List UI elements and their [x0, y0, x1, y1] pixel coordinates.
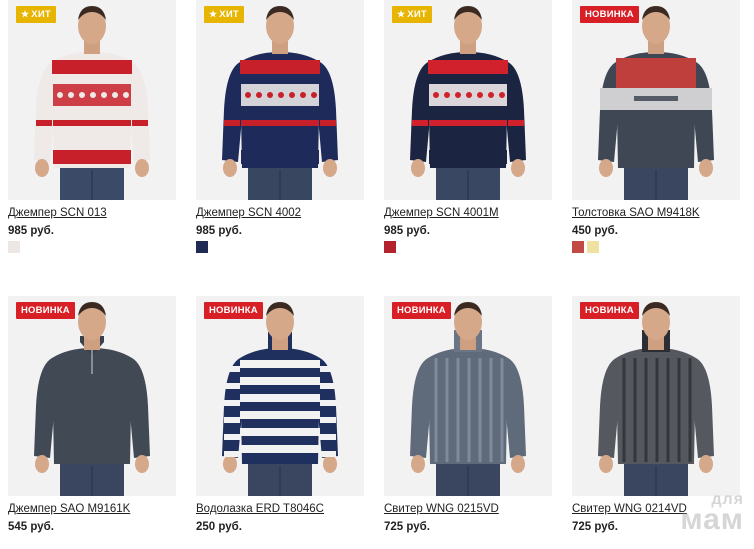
- product-card[interactable]: ★ ХИТ Джемпер SCN 4002 985 руб.: [196, 0, 364, 253]
- badge-label: ХИТ: [219, 9, 239, 20]
- badge-label: ХИТ: [407, 9, 427, 20]
- product-photo[interactable]: ★ ХИТ: [8, 0, 176, 200]
- product-name-link[interactable]: Толстовка SAO M9418K: [572, 206, 740, 220]
- product-photo[interactable]: НОВИНКА: [572, 296, 740, 496]
- badge-label: НОВИНКА: [585, 9, 634, 20]
- star-icon: ★: [209, 9, 218, 19]
- color-swatches: [8, 537, 176, 549]
- product-photo[interactable]: НОВИНКА: [8, 296, 176, 496]
- model-wearing-sweater-image: [196, 296, 364, 496]
- product-photo[interactable]: ★ ХИТ: [196, 0, 364, 200]
- hit-badge: ★ ХИТ: [204, 6, 244, 23]
- color-swatch[interactable]: [196, 241, 208, 253]
- product-name-link[interactable]: Свитер WNG 0215VD: [384, 502, 552, 516]
- model-wearing-sweater-image: [8, 296, 176, 496]
- color-swatches: [572, 537, 740, 549]
- product-photo[interactable]: НОВИНКА: [384, 296, 552, 496]
- product-name-link[interactable]: Джемпер SAO M9161K: [8, 502, 176, 516]
- color-swatches: [384, 241, 552, 253]
- product-price: 725 руб.: [572, 521, 618, 533]
- product-card[interactable]: НОВИНКА Джемпер SAO M9161K 545 руб.: [8, 296, 176, 549]
- hit-badge: ★ ХИТ: [16, 6, 56, 23]
- new-badge: НОВИНКА: [580, 6, 639, 23]
- model-wearing-sweater-image: [384, 296, 552, 496]
- badge-label: НОВИНКА: [21, 305, 70, 316]
- model-wearing-sweater-image: [572, 296, 740, 496]
- product-photo[interactable]: НОВИНКА: [572, 0, 740, 200]
- hit-badge: ★ ХИТ: [392, 6, 432, 23]
- product-card[interactable]: ★ ХИТ Джемпер SCN 013 985 руб.: [8, 0, 176, 253]
- product-card[interactable]: НОВИНКА Свитер WNG 0215VD 725 руб.: [384, 296, 552, 549]
- product-price: 250 руб.: [196, 521, 242, 533]
- product-photo[interactable]: НОВИНКА: [196, 296, 364, 496]
- color-swatches: [196, 537, 364, 549]
- model-wearing-sweater-image: [8, 0, 176, 200]
- model-wearing-sweater-image: [196, 0, 364, 200]
- product-price: 545 руб.: [8, 521, 54, 533]
- product-name-link[interactable]: Джемпер SCN 013: [8, 206, 176, 220]
- badge-label: НОВИНКА: [397, 305, 446, 316]
- product-card[interactable]: НОВИНКА Толстовка SAO M9418K 450 руб.: [572, 0, 740, 253]
- color-swatches: [8, 241, 176, 253]
- new-badge: НОВИНКА: [204, 302, 263, 319]
- product-price: 985 руб.: [196, 225, 242, 237]
- model-wearing-sweater-image: [572, 0, 740, 200]
- color-swatch[interactable]: [587, 241, 599, 253]
- product-card[interactable]: НОВИНКА Водолазка ERD T8046C 250 руб.: [196, 296, 364, 549]
- product-card[interactable]: ★ ХИТ Джемпер SCN 4001М 985 руб.: [384, 0, 552, 253]
- product-price: 450 руб.: [572, 225, 618, 237]
- product-name-link[interactable]: Водолазка ERD T8046C: [196, 502, 364, 516]
- new-badge: НОВИНКА: [16, 302, 75, 319]
- product-name-link[interactable]: Джемпер SCN 4002: [196, 206, 364, 220]
- product-name-link[interactable]: Джемпер SCN 4001М: [384, 206, 552, 220]
- star-icon: ★: [397, 9, 406, 19]
- product-price: 725 руб.: [384, 521, 430, 533]
- color-swatch[interactable]: [8, 241, 20, 253]
- badge-label: НОВИНКА: [585, 305, 634, 316]
- product-price: 985 руб.: [8, 225, 54, 237]
- color-swatch[interactable]: [384, 241, 396, 253]
- badge-label: ХИТ: [31, 9, 51, 20]
- color-swatches: [384, 537, 552, 549]
- product-name-link[interactable]: Свитер WNG 0214VD: [572, 502, 740, 516]
- color-swatches: [196, 241, 364, 253]
- new-badge: НОВИНКА: [580, 302, 639, 319]
- new-badge: НОВИНКА: [392, 302, 451, 319]
- product-photo[interactable]: ★ ХИТ: [384, 0, 552, 200]
- color-swatch[interactable]: [572, 241, 584, 253]
- model-wearing-sweater-image: [384, 0, 552, 200]
- product-price: 985 руб.: [384, 225, 430, 237]
- color-swatches: [572, 241, 740, 253]
- badge-label: НОВИНКА: [209, 305, 258, 316]
- product-card[interactable]: НОВИНКА Свитер WNG 0214VD 725 руб.: [572, 296, 740, 549]
- star-icon: ★: [21, 9, 30, 19]
